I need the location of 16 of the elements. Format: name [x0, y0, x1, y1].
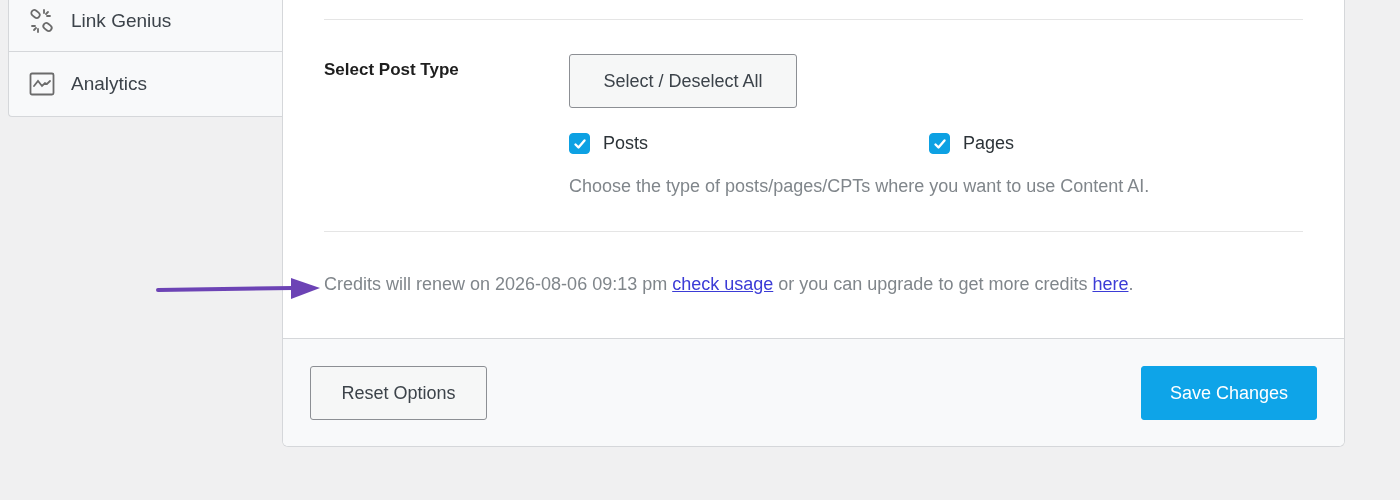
- checkbox-option[interactable]: Posts: [569, 133, 929, 154]
- sidebar-item[interactable]: Analytics: [9, 52, 282, 116]
- reset-button[interactable]: Reset Options: [310, 366, 487, 420]
- checkbox[interactable]: [929, 133, 950, 154]
- line-chart-icon: [29, 71, 55, 97]
- text-link[interactable]: here: [1092, 274, 1129, 294]
- checkbox[interactable]: [569, 133, 590, 154]
- select-all-button[interactable]: Select / Deselect All: [569, 54, 797, 108]
- field-description: Choose the type of posts/pages/CPTs where you want to use Content AI.: [569, 176, 1151, 197]
- broken-link-icon: [29, 7, 55, 34]
- check-icon: [572, 136, 587, 151]
- text-link[interactable]: check usage: [672, 274, 774, 294]
- check-icon: [932, 136, 947, 151]
- credits-notice: Credits will renew on 2026-08-06 09:13 pm check usage or you can upgrade to get more credits here.: [324, 273, 1135, 296]
- field-label: Select Post Type: [324, 59, 460, 81]
- checkbox-option[interactable]: Pages: [929, 133, 1289, 154]
